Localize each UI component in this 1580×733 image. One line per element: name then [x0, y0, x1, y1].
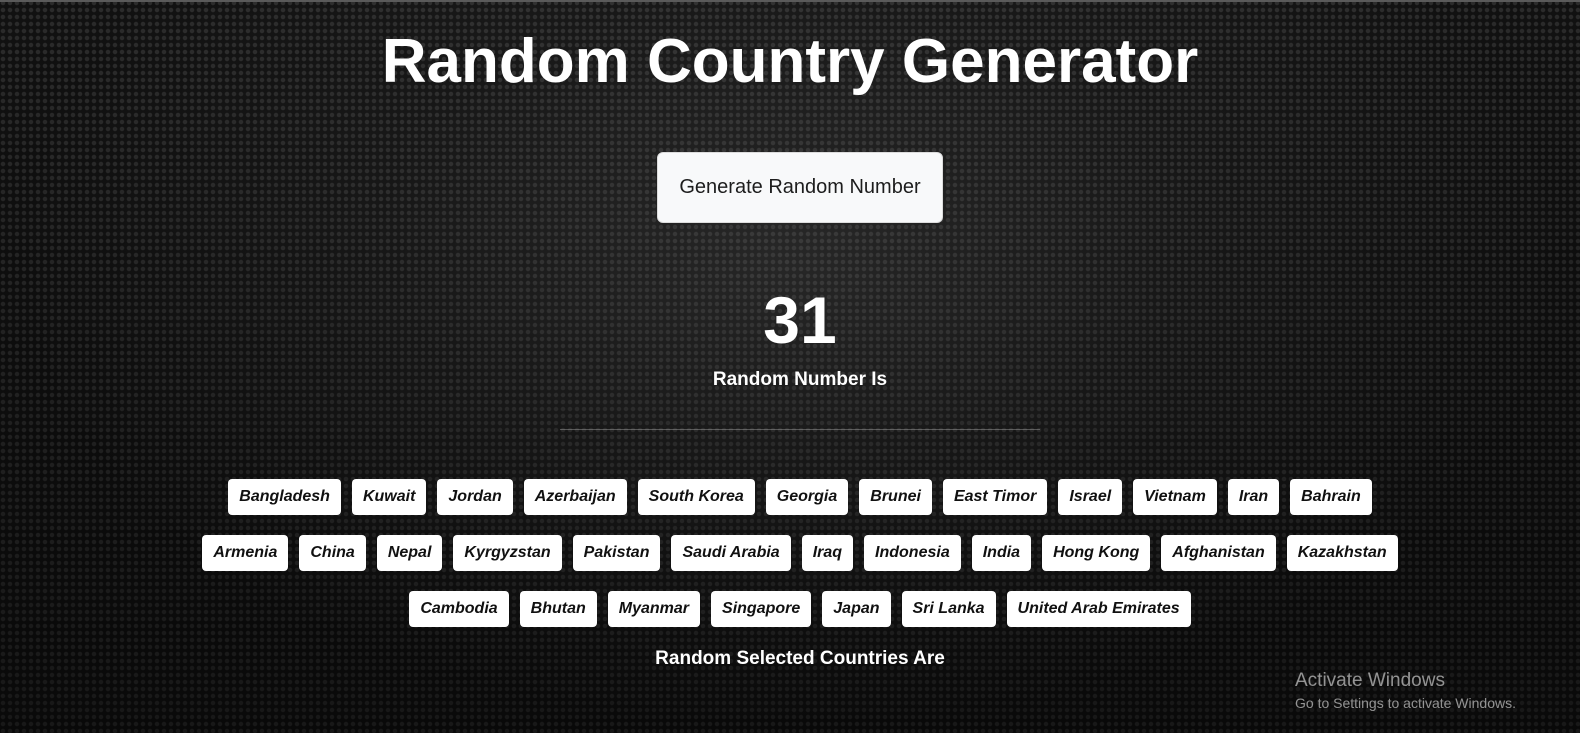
country-chip: Kyrgyzstan	[453, 535, 562, 571]
country-chip: Bangladesh	[228, 479, 341, 515]
country-chip: Bhutan	[519, 591, 597, 627]
country-chip: Armenia	[202, 535, 289, 571]
country-chip: United Arab Emirates	[1006, 591, 1191, 627]
country-chip: Hong Kong	[1042, 535, 1151, 571]
country-chip: Sri Lanka	[901, 591, 996, 627]
country-chip: Brunei	[859, 479, 932, 515]
random-number-label: Random Number Is	[712, 369, 888, 390]
country-chip: East Timor	[942, 479, 1048, 515]
country-chip: Iran	[1227, 479, 1280, 515]
country-chip: South Korea	[637, 479, 755, 515]
country-chip: Israel	[1058, 479, 1123, 515]
divider	[560, 429, 1040, 430]
country-chip: Afghanistan	[1161, 535, 1276, 571]
country-chip: Indonesia	[864, 535, 961, 571]
top-border	[0, 0, 1580, 2]
country-chip: Japan	[822, 591, 891, 627]
country-chip: Vietnam	[1133, 479, 1217, 515]
country-chip: Saudi Arabia	[671, 535, 791, 571]
country-chip: Iraq	[801, 535, 854, 571]
country-chip: Kazakhstan	[1286, 535, 1398, 571]
activate-windows-subtitle: Go to Settings to activate Windows.	[1295, 695, 1516, 711]
country-chip: Nepal	[376, 535, 443, 571]
country-chip: Jordan	[437, 479, 513, 515]
random-number-value: 31	[763, 283, 837, 357]
country-chip: Georgia	[765, 479, 849, 515]
country-chip: India	[971, 535, 1032, 571]
country-chip: Pakistan	[572, 535, 661, 571]
page-title: Random Country Generator	[381, 27, 1199, 96]
country-chip: Bahrain	[1290, 479, 1372, 515]
country-chip: Myanmar	[607, 591, 701, 627]
country-chip: Azerbaijan	[523, 479, 627, 515]
generate-random-number-button[interactable]: Generate Random Number	[657, 152, 943, 223]
country-chip: Singapore	[711, 591, 812, 627]
country-chip: Kuwait	[351, 479, 427, 515]
activate-windows-watermark: Activate Windows Go to Settings to activ…	[1295, 669, 1516, 713]
country-chip: China	[299, 535, 366, 571]
country-chip: Cambodia	[409, 591, 509, 627]
activate-windows-title: Activate Windows	[1295, 670, 1445, 691]
country-list: Bangladesh Kuwait Jordan Azerbaijan South Ko…	[180, 479, 1420, 627]
